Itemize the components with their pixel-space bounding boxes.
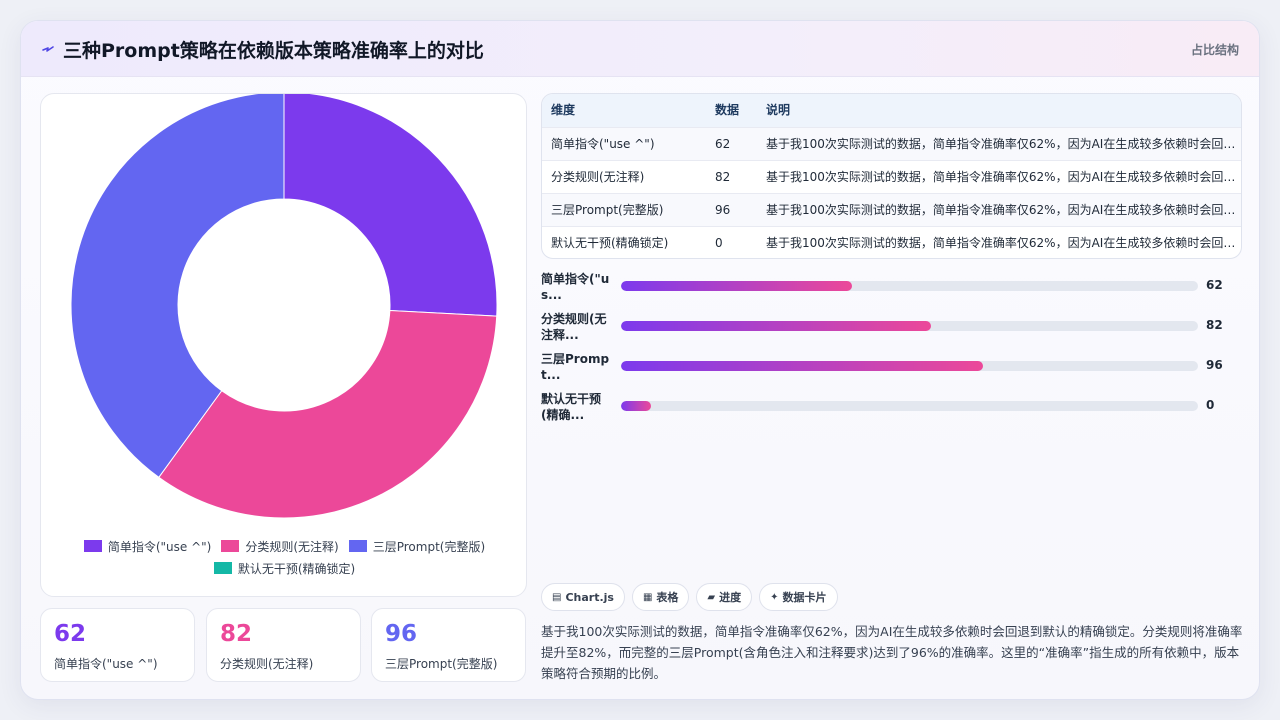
progress-value: 82 (1206, 318, 1223, 332)
chip-label: 进度 (719, 591, 742, 604)
progress-icon: ▰ (707, 591, 716, 603)
legend-swatch (213, 562, 232, 574)
stat-card-2: 82 分类规则(无注释) (206, 608, 361, 682)
progress-track (621, 361, 1198, 371)
legend-item[interactable]: 默认无干预(精确锁定) (213, 560, 356, 576)
stat-value: 96 (385, 621, 418, 647)
card-header: 三种Prompt策略在依赖版本策略准确率上的对比 占比结构 (21, 21, 1259, 77)
feature-chips: ▤ Chart.js ▦ 表格 ▰ 进度 ✦ 数据卡片 (541, 583, 838, 611)
chart-type-tag: 占比结构 (1190, 43, 1239, 57)
stat-label: 简单指令("use ^") (54, 657, 158, 671)
progress-value: 96 (1206, 358, 1223, 372)
progress-track (621, 321, 1198, 331)
legend-swatch (348, 540, 367, 552)
table-cell: 62 (715, 137, 731, 151)
legend-label: 分类规则(无注释) (245, 539, 339, 554)
legend-label: 简单指令("use ^") (107, 539, 212, 554)
progress-fill (621, 361, 983, 371)
table-cell: 分类规则(无注释) (551, 170, 645, 184)
table-cell: 简单指令("use ^") (551, 137, 655, 151)
column-header: 说明 (766, 103, 791, 117)
legend-label: 默认无干预(精确锁定) (237, 561, 356, 576)
legend-swatch (83, 540, 102, 552)
table-cell: 0 (715, 236, 723, 250)
table-row: 默认无干预(精确锁定) 0 基于我100次实际测试的数据，简单指令准确率仅62%… (542, 226, 1241, 258)
progress-track (621, 281, 1198, 291)
chip-table[interactable]: ▦ 表格 (631, 583, 690, 611)
donut-slice[interactable] (158, 310, 498, 519)
progress-fill (621, 321, 931, 331)
legend-item[interactable]: 三层Prompt(完整版) (348, 538, 486, 554)
stat-card-1: 62 简单指令("use ^") (40, 608, 195, 682)
chip-label: 表格 (656, 591, 679, 604)
report-card: 三种Prompt策略在依赖版本策略准确率上的对比 占比结构 简单指令("use … (20, 20, 1260, 700)
table-cell: 82 (715, 170, 731, 184)
chip-progress[interactable]: ▰ 进度 (696, 583, 753, 611)
table-cell: 基于我100次实际测试的数据，简单指令准确率仅62%，因为AI在生成较多依赖时会… (766, 203, 1236, 217)
legend-swatch (221, 540, 240, 552)
stat-label: 三层Prompt(完整版) (385, 657, 498, 671)
chip-label: Chart.js (565, 590, 614, 604)
chart-legend: 简单指令("use ^") 分类规则(无注释) 三层Prompt(完整版) 默认无干预… (61, 538, 508, 576)
table-cell: 基于我100次实际测试的数据，简单指令准确率仅62%，因为AI在生成较多依赖时会… (766, 236, 1236, 250)
progress-track (621, 401, 1198, 411)
description-text: 基于我100次实际测试的数据，简单指令准确率仅62%，因为AI在生成较多依赖时会… (541, 624, 1243, 681)
stat-value: 62 (54, 621, 87, 647)
chip-chartjs[interactable]: ▤ Chart.js (541, 583, 625, 611)
chip-data-cards[interactable]: ✦ 数据卡片 (759, 583, 838, 611)
progress-label: 三层Prompt... (541, 352, 610, 382)
progress-row: 三层Prompt... 96 (541, 351, 1241, 383)
progress-fill (621, 401, 651, 411)
table-row: 简单指令("use ^") 62 基于我100次实际测试的数据，简单指令准确率仅… (542, 127, 1241, 160)
sparkle-icon: ✦ (770, 591, 779, 603)
stat-label: 分类规则(无注释) (220, 657, 314, 671)
progress-label: 简单指令("us... (541, 272, 610, 302)
stat-card-3: 96 三层Prompt(完整版) (371, 608, 526, 682)
table-cell: 基于我100次实际测试的数据，简单指令准确率仅62%，因为AI在生成较多依赖时会… (766, 170, 1236, 184)
table-row: 三层Prompt(完整版) 96 基于我100次实际测试的数据，简单指令准确率仅… (542, 193, 1241, 226)
donut-chart-panel: 简单指令("use ^") 分类规则(无注释) 三层Prompt(完整版) 默认无干预… (40, 93, 527, 597)
legend-item[interactable]: 分类规则(无注释) (221, 538, 339, 554)
column-header: 维度 (551, 103, 576, 117)
progress-row: 简单指令("us... 62 (541, 271, 1241, 303)
column-header: 数据 (715, 103, 740, 117)
chip-label: 数据卡片 (782, 591, 827, 604)
table-cell: 默认无干预(精确锁定) (551, 236, 669, 250)
progress-row: 分类规则(无注释... 82 (541, 311, 1241, 343)
table-header-row: 维度 数据 说明 (542, 94, 1241, 127)
progress-label: 分类规则(无注释... (541, 312, 607, 342)
legend-item[interactable]: 简单指令("use ^") (83, 538, 212, 554)
table-cell: 96 (715, 203, 731, 217)
progress-label: 默认无干预(精确... (541, 392, 602, 422)
page-title: 三种Prompt策略在依赖版本策略准确率上的对比 (63, 40, 484, 62)
table-row: 分类规则(无注释) 82 基于我100次实际测试的数据，简单指令准确率仅62%，… (542, 160, 1241, 193)
table-cell: 基于我100次实际测试的数据，简单指令准确率仅62%，因为AI在生成较多依赖时会… (766, 137, 1236, 151)
table-icon: ▦ (642, 591, 653, 603)
donut-chart (70, 94, 498, 519)
table-cell: 三层Prompt(完整版) (551, 203, 664, 217)
data-table: 维度 数据 说明 简单指令("use ^") 62 基于我100次实际测试的数据… (541, 93, 1242, 259)
progress-value: 62 (1206, 278, 1223, 292)
progress-fill (621, 281, 852, 291)
donut-slice[interactable] (283, 94, 498, 317)
lightning-icon (42, 46, 54, 52)
progress-value: 0 (1206, 398, 1215, 412)
stat-value: 82 (220, 621, 253, 647)
progress-row: 默认无干预(精确... 0 (541, 391, 1241, 423)
legend-label: 三层Prompt(完整版) (372, 539, 486, 554)
chart-icon: ▤ (552, 591, 562, 603)
